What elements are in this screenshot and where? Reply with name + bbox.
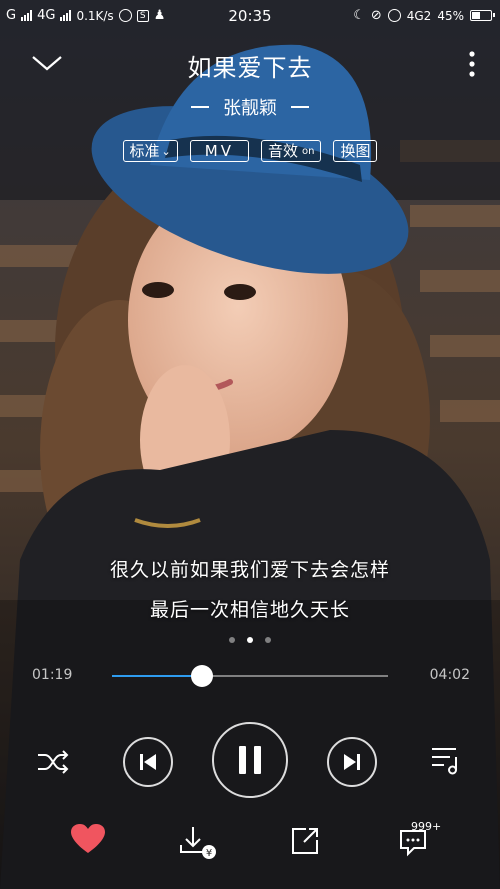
comments-button[interactable]: 999+ <box>398 820 442 857</box>
total-time: 04:02 <box>429 667 470 683</box>
favorite-heart-icon[interactable] <box>70 823 106 855</box>
download-icon[interactable]: ¥ <box>178 825 218 861</box>
shuffle-icon[interactable] <box>36 748 70 776</box>
song-title: 如果爱下去 <box>187 54 313 82</box>
pause-icon <box>239 746 261 774</box>
battery-percent: 45% <box>437 8 464 23</box>
sound-effect-button[interactable]: 音效 on <box>260 140 322 162</box>
battery-icon <box>470 10 495 21</box>
seek-progress <box>112 675 203 677</box>
pause-button[interactable] <box>212 722 288 798</box>
network-type: 4G2 <box>406 8 432 23</box>
page-dot <box>229 637 235 643</box>
playlist-icon[interactable] <box>430 745 464 775</box>
mv-button[interactable]: MV <box>189 140 249 162</box>
effect-label: 音效 <box>267 141 298 160</box>
dropdown-chevron-icon: ⌄ <box>161 144 171 158</box>
option-chips: 标准 ⌄ MV 音效 on 换图 <box>0 140 500 162</box>
page-dot <box>265 637 271 643</box>
alarm-icon <box>387 9 401 22</box>
page-indicator <box>0 637 500 643</box>
share-icon[interactable] <box>290 826 320 856</box>
mv-label: MV <box>204 141 234 160</box>
skip-next-icon <box>344 754 360 770</box>
quality-button[interactable]: 标准 ⌄ <box>122 140 178 162</box>
comments-count-badge: 999+ <box>411 820 442 833</box>
artist-row: 张靓颖 <box>0 94 500 120</box>
mute-icon: ⊘ <box>370 8 382 23</box>
status-bar: G 4G 0.1K/s S ♟ 20:35 ☾ ⊘ 4G2 45% <box>0 0 500 32</box>
effect-state: on <box>301 145 315 157</box>
change-bg-label: 换图 <box>340 141 371 160</box>
status-right: ☾ ⊘ 4G2 45% <box>353 8 495 23</box>
skip-previous-icon <box>140 754 156 770</box>
lyric-line-current[interactable]: 很久以前如果我们爱下去会怎样 <box>0 555 500 582</box>
artist-dash-left <box>191 106 209 108</box>
artist-name[interactable]: 张靓颖 <box>223 94 277 120</box>
battery-level <box>472 12 480 19</box>
quality-label: 标准 <box>129 141 160 160</box>
page-dot <box>247 637 253 643</box>
moon-icon: ☾ <box>353 8 365 23</box>
current-time: 01:19 <box>32 667 73 683</box>
seek-bar[interactable] <box>112 665 388 687</box>
artist-dash-right <box>291 106 309 108</box>
svg-text:¥: ¥ <box>206 848 212 859</box>
change-background-button[interactable]: 换图 <box>333 140 378 162</box>
next-button[interactable] <box>327 737 377 787</box>
previous-button[interactable] <box>123 737 173 787</box>
lyric-line-next[interactable]: 最后一次相信地久天长 <box>0 595 500 622</box>
